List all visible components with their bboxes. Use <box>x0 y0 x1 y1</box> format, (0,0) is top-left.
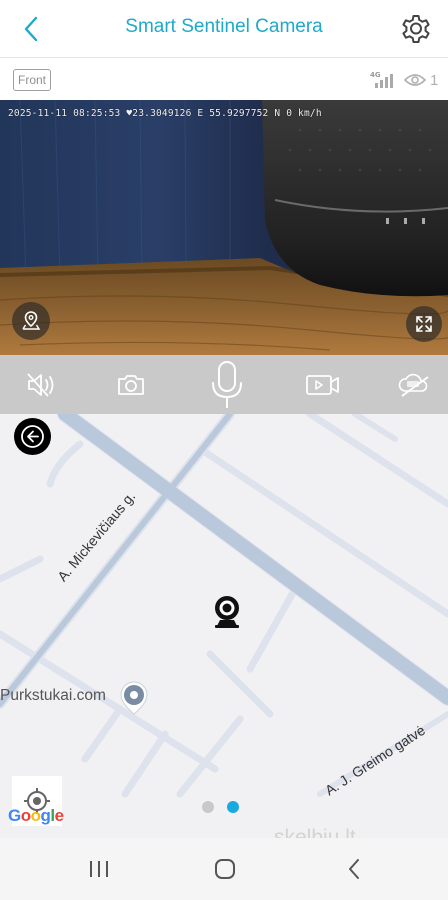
place-label: Purkstukai.com <box>0 687 106 704</box>
webcam-icon <box>215 596 239 628</box>
talk-button[interactable] <box>206 355 248 414</box>
app-root: Smart Sentinel Camera Front 4G 1 2025-11… <box>0 0 448 900</box>
home-button[interactable] <box>205 850 245 888</box>
cloud-off-icon <box>398 373 429 397</box>
mute-button[interactable] <box>22 355 60 414</box>
location-map[interactable]: A. Mickevičiaus g. A. J. Greimo gatvė Pu… <box>0 414 448 838</box>
map-pin-icon <box>120 681 148 715</box>
eye-icon <box>404 74 426 86</box>
place-marker[interactable] <box>118 680 150 716</box>
video-overlay-text: 2025-11-11 08:25:53 ♥23.3049126 E 55.929… <box>8 108 322 119</box>
back-icon <box>349 859 359 879</box>
mute-icon <box>27 372 54 397</box>
gear-icon <box>402 15 430 43</box>
signal-label: 4G <box>370 71 381 79</box>
camera-select-button[interactable]: Front <box>13 69 52 91</box>
record-video-button[interactable] <box>304 355 342 414</box>
camera-controls <box>0 355 448 414</box>
video-frame <box>0 100 448 355</box>
snapshot-button[interactable] <box>114 355 148 414</box>
live-video-feed[interactable]: 2025-11-11 08:25:53 ♥23.3049126 E 55.929… <box>0 100 448 355</box>
camera-location-marker[interactable] <box>211 594 243 630</box>
status-bar: Front 4G 1 <box>0 58 448 100</box>
record-video-icon <box>306 374 339 395</box>
location-button[interactable] <box>12 302 50 340</box>
google-logo: Google <box>8 806 64 825</box>
viewer-count: 1 <box>404 70 438 90</box>
signal-strength: 4G <box>370 70 398 90</box>
snapshot-icon <box>118 374 144 395</box>
header-bar: Smart Sentinel Camera <box>0 0 448 58</box>
recent-apps-button[interactable] <box>79 850 119 888</box>
cloud-button[interactable] <box>394 355 434 414</box>
page-dot-1[interactable] <box>202 801 214 813</box>
microphone-icon <box>212 360 242 408</box>
page-dot-2-active[interactable] <box>227 801 239 813</box>
recent-apps-icon <box>90 861 108 877</box>
map-back-button[interactable] <box>14 418 51 455</box>
system-back-button[interactable] <box>334 850 374 888</box>
system-nav-bar <box>0 838 448 900</box>
viewer-count-value: 1 <box>430 71 439 89</box>
home-icon <box>215 859 235 879</box>
arrow-left-circle-icon <box>21 425 44 448</box>
page-indicator <box>202 801 239 813</box>
signal-icon: 4G <box>370 71 393 88</box>
watermark: skelbiu.lt <box>274 826 356 838</box>
expand-icon <box>416 316 432 332</box>
page-title: Smart Sentinel Camera <box>125 16 323 37</box>
fullscreen-button[interactable] <box>406 306 442 342</box>
map-pin-icon <box>22 311 41 330</box>
settings-button[interactable] <box>396 8 436 48</box>
